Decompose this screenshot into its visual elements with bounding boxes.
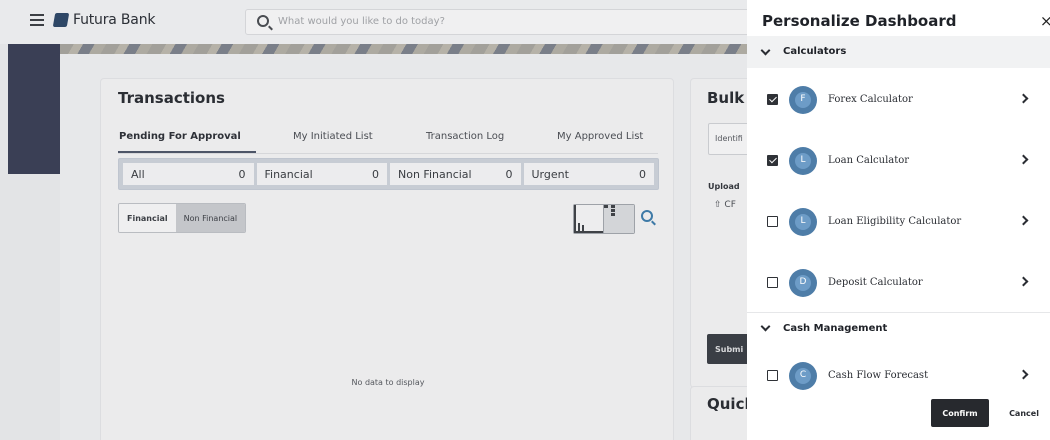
avatar-initial: F xyxy=(800,94,806,104)
decorative-banner xyxy=(60,44,760,54)
count-non-financial[interactable]: Non Financial 0 xyxy=(390,163,521,185)
avatar-initial: D xyxy=(799,277,807,287)
count-label: Urgent xyxy=(531,167,569,181)
item-label: Loan Eligibility Calculator xyxy=(828,216,962,227)
section-calculators[interactable]: Calculators xyxy=(747,36,1050,68)
avatar: D xyxy=(789,269,817,297)
menu-icon[interactable] xyxy=(30,14,44,26)
left-rail xyxy=(8,44,60,174)
search-input[interactable]: What would you like to do today? xyxy=(245,9,765,35)
avatar: C xyxy=(789,362,817,390)
tab-divider xyxy=(118,153,658,154)
item-label: Deposit Calculator xyxy=(828,277,923,288)
bank-logo-icon xyxy=(52,13,70,27)
count-value: 0 xyxy=(505,167,513,181)
count-label: Non Financial xyxy=(398,167,472,181)
section-label: Cash Management xyxy=(783,323,888,334)
checkbox[interactable] xyxy=(767,370,778,381)
search-icon xyxy=(257,15,269,27)
item-label: Cash Flow Forecast xyxy=(828,370,929,381)
avatar: F xyxy=(789,86,817,114)
avatar: L xyxy=(789,147,817,175)
avatar-initial: L xyxy=(800,155,806,165)
close-icon[interactable]: × xyxy=(1040,12,1050,30)
chevron-right-icon[interactable] xyxy=(1018,93,1029,104)
chevron-right-icon[interactable] xyxy=(1018,369,1029,380)
count-summary: All 0 Financial 0 Non Financial 0 Urgent 0 xyxy=(118,158,659,190)
segment-non-financial[interactable]: Non Financial xyxy=(175,204,246,232)
bar-chart-icon xyxy=(574,205,603,233)
count-label: All xyxy=(131,167,145,181)
tab-transaction-log[interactable]: Transaction Log xyxy=(426,131,504,142)
count-financial[interactable]: Financial 0 xyxy=(256,163,387,185)
count-urgent[interactable]: Urgent 0 xyxy=(523,163,654,185)
confirm-button[interactable]: Confirm xyxy=(931,399,989,427)
item-label: Forex Calculator xyxy=(828,94,913,105)
section-cash-management[interactable]: Cash Management xyxy=(747,312,1050,344)
view-switcher xyxy=(573,204,635,234)
financial-toggle: Financial Non Financial xyxy=(118,203,247,233)
search-icon[interactable] xyxy=(641,210,653,222)
list-item-loan-eligibility-calculator[interactable]: L Loan Eligibility Calculator xyxy=(747,202,1050,242)
empty-state-text: No data to display xyxy=(351,378,425,387)
chevron-down-icon xyxy=(760,45,771,56)
count-value: 0 xyxy=(238,167,246,181)
list-view-button[interactable] xyxy=(604,205,634,233)
tab-pending-for-approval[interactable]: Pending For Approval xyxy=(119,131,241,142)
checkbox[interactable] xyxy=(767,277,778,288)
checkbox[interactable] xyxy=(767,216,778,227)
list-item-cash-flow-forecast[interactable]: C Cash Flow Forecast xyxy=(747,356,1050,396)
tab-my-approved-list[interactable]: My Approved List xyxy=(557,131,643,142)
list-item-forex-calculator[interactable]: F Forex Calculator xyxy=(747,80,1050,120)
chevron-right-icon[interactable] xyxy=(1018,154,1029,165)
count-all[interactable]: All 0 xyxy=(123,163,254,185)
tab-my-initiated-list[interactable]: My Initiated List xyxy=(293,131,373,142)
upload-link-label: CF xyxy=(724,200,736,210)
list-icon xyxy=(604,205,634,233)
list-item-deposit-calculator[interactable]: D Deposit Calculator xyxy=(747,263,1050,303)
chevron-down-icon xyxy=(760,321,771,332)
active-tab-indicator xyxy=(118,151,256,153)
transactions-card: Transactions Pending For Approval My Ini… xyxy=(100,78,674,440)
brand-name: Futura Bank xyxy=(73,12,156,28)
search-placeholder: What would you like to do today? xyxy=(278,16,445,27)
upload-link[interactable]: ⇧ CF xyxy=(714,200,736,210)
chevron-right-icon[interactable] xyxy=(1018,276,1029,287)
count-value: 0 xyxy=(639,167,646,181)
avatar-initial: C xyxy=(799,370,807,380)
avatar-initial: L xyxy=(800,216,806,226)
personalize-dashboard-panel: Personalize Dashboard Calculators F Fore… xyxy=(747,0,1050,440)
cancel-button[interactable]: Cancel xyxy=(1001,399,1047,427)
checkbox[interactable] xyxy=(767,94,778,105)
checkbox[interactable] xyxy=(767,155,778,166)
chart-view-button[interactable] xyxy=(574,205,604,233)
upload-label: Upload xyxy=(708,182,740,191)
panel-title: Personalize Dashboard xyxy=(762,12,957,30)
section-label: Calculators xyxy=(783,46,847,57)
segment-financial[interactable]: Financial xyxy=(119,204,176,232)
list-item-loan-calculator[interactable]: L Loan Calculator xyxy=(747,141,1050,181)
avatar: L xyxy=(789,208,817,236)
item-label: Loan Calculator xyxy=(828,155,910,166)
transactions-title: Transactions xyxy=(118,89,225,107)
count-value: 0 xyxy=(372,167,379,181)
count-label: Financial xyxy=(264,167,313,181)
chevron-right-icon[interactable] xyxy=(1018,215,1029,226)
